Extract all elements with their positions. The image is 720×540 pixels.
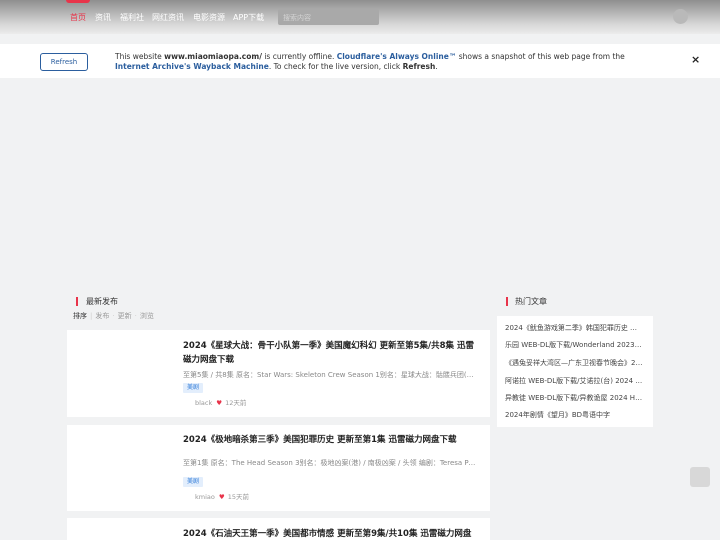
search-input[interactable]: 搜索内容 [278,9,379,25]
hot-articles-list: 2024《鱿鱼游戏第二季》韩国犯罪历史 更新至第7集 乐园 WEB-DL版下载/… [497,316,653,427]
article-title[interactable]: 2024《石油天王第一季》美国都市情感 更新至第9集/共10集 迅雷磁力网盘 [183,527,478,540]
sort-bar: 排序 | 发布 · 更新 · 浏览 [73,311,154,321]
sort-option-updated[interactable]: 更新 [118,312,132,320]
nav-item-home[interactable]: 首页 [70,12,86,23]
post-time: 15天前 [227,493,249,501]
wayback-machine-link[interactable]: Internet Archive's Wayback Machine [115,62,269,71]
author-name[interactable]: kmiao [195,493,215,501]
refresh-button[interactable]: Refresh [40,53,88,71]
hot-article-item[interactable]: 2024《鱿鱼游戏第二季》韩国犯罪历史 更新至第7集 [505,323,643,333]
site-logo[interactable] [66,0,90,3]
article-card[interactable]: 2024《星球大战：骨干小队第一季》美国魔幻科幻 更新至第5集/共8集 迅雷磁力… [67,330,490,417]
banner-text: . To check for the live version, click [268,62,403,71]
article-summary: 至第1集 原名：The Head Season 3别名：极地凶案(港) / 南极… [183,459,478,467]
article-card[interactable]: 2024《石油天王第一季》美国都市情感 更新至第9集/共10集 迅雷磁力网盘 [67,518,490,540]
hot-article-item[interactable]: 2024年剧情《望月》BD粤语中字 [505,410,643,420]
offline-message: This website www.miaomiaopa.com/ is curr… [115,52,660,72]
banner-text: is currently offline. [261,52,337,61]
article-summary: 至第5集 / 共8集 原名：Star Wars: Skeleton Crew S… [183,371,478,379]
always-online-link[interactable]: Cloudflare's Always Online™ [337,52,457,61]
offline-banner: Refresh This website www.miaomiaopa.com/… [0,44,720,78]
hot-article-item[interactable]: 《遇兔妥祥大湾区—广东卫视春节晚会》2024 迅雷下载 [505,358,643,368]
nav-item-movie-resources[interactable]: 电影资源 [193,12,225,23]
banner-text: . [435,62,438,71]
category-tag[interactable]: 美剧 [183,477,204,487]
article-card[interactable]: 2024《极地暗杀第三季》美国犯罪历史 更新至第1集 迅雷磁力网盘下载 至第1集… [67,425,490,511]
divider: · [134,312,137,320]
back-to-top-button[interactable] [690,467,710,487]
hot-article-item[interactable]: 阿诺拉 WEB-DL版下载/艾诺拉(台) 2024 Anora [505,376,643,386]
post-time: 12天前 [225,399,247,407]
category-tag[interactable]: 美剧 [183,383,204,393]
sort-option-views[interactable]: 浏览 [140,312,154,320]
nav-item-influencer-news[interactable]: 网红资讯 [152,12,184,23]
latest-section-title: 最新发布 [76,297,118,306]
banner-text: This website [115,52,165,61]
divider: · [112,312,115,320]
hot-article-item[interactable]: 异教徒 WEB-DL版下载/异教诡屋 2024 Heretic [505,393,643,403]
author-name[interactable]: black [195,399,212,407]
offline-domain: www.miaomiaopa.com/ [164,52,262,61]
article-meta: kmiao ♥ 15天前 [195,491,249,501]
close-icon[interactable]: × [691,53,700,66]
heart-icon: ♥ [218,493,225,501]
hot-article-item[interactable]: 乐园 WEB-DL版下载/Wonderland 2023 乐园下载 [505,340,643,350]
divider: | [90,312,93,320]
sort-option-published[interactable]: 发布 [95,312,109,320]
nav-item-welfare[interactable]: 福利社 [120,12,144,23]
article-title[interactable]: 2024《星球大战：骨干小队第一季》美国魔幻科幻 更新至第5集/共8集 迅雷磁力… [183,339,478,367]
nav-item-app-download[interactable]: APP下载 [233,12,264,23]
user-avatar-icon[interactable] [673,9,688,24]
refresh-word: Refresh [402,62,436,71]
sort-label: 排序 [73,312,87,320]
article-meta: black ♥ 12天前 [195,397,246,407]
nav-item-news[interactable]: 资讯 [95,12,111,23]
article-title[interactable]: 2024《极地暗杀第三季》美国犯罪历史 更新至第1集 迅雷磁力网盘下载 [183,433,478,447]
banner-text: shows a snapshot of this web page from t… [456,52,625,61]
top-navbar: 首页 资讯 福利社 网红资讯 电影资源 APP下载 搜索内容 [0,0,720,34]
heart-icon: ♥ [216,399,223,407]
hot-articles-title: 热门文章 [506,297,547,306]
